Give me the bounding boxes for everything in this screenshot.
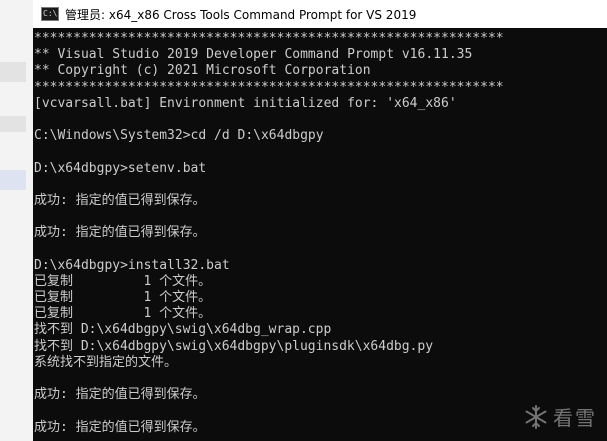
console-line: ** Visual Studio 2019 Developer Command … [34, 47, 473, 63]
console-line: 成功: 指定的值已得到保存。 [34, 225, 206, 241]
console-line: 系统找不到指定的文件。 [34, 354, 178, 370]
watermark-text: 看雪 [553, 406, 597, 430]
console-output[interactable]: ****************************************… [33, 28, 607, 441]
console-line: [vcvarsall.bat] Environment initialized … [34, 95, 457, 111]
watermark: 看雪 [523, 402, 597, 431]
background-window-item[interactable] [0, 170, 26, 190]
console-line: ****************************************… [34, 31, 504, 46]
console-line: 已复制 1 个文件。 [34, 273, 212, 289]
background-window-item[interactable] [0, 116, 26, 132]
console-line: 成功: 指定的值已得到保存。 [34, 419, 206, 435]
console-line: 成功: 指定的值已得到保存。 [34, 192, 206, 208]
background-window-item[interactable] [0, 62, 26, 82]
console-line: 已复制 1 个文件。 [34, 290, 212, 305]
console-line: 找不到 D:\x64dbgpy\swig\x64dbg_wrap.cpp [34, 322, 332, 338]
window-title: 管理员: x64_x86 Cross Tools Command Prompt … [65, 7, 417, 22]
desktop: C:\ 管理员: x64_x86 Cross Tools Command Pro… [0, 0, 607, 441]
console-line: C:\Windows\System32>cd /d D:\x64dbgpy [34, 128, 324, 144]
cmd-prompt-icon[interactable]: C:\ [41, 7, 59, 21]
console-line: 找不到 D:\x64dbgpy\swig\x64dbgpy\pluginsdk\… [34, 338, 434, 354]
console-line: D:\x64dbgpy>install32.bat [34, 257, 230, 273]
console-line: D:\x64dbgpy>setenv.bat [34, 160, 207, 176]
console-line: 已复制 1 个文件。 [34, 306, 212, 322]
console-line: ** Copyright (c) 2021 Microsoft Corporat… [34, 63, 371, 79]
console-line: ****************************************… [34, 79, 504, 95]
command-prompt-window[interactable]: C:\ 管理员: x64_x86 Cross Tools Command Pro… [33, 0, 607, 441]
title-bar[interactable]: C:\ 管理员: x64_x86 Cross Tools Command Pro… [33, 0, 607, 28]
background-window [0, 0, 33, 441]
snowflake-icon [525, 404, 547, 429]
console-line: 成功: 指定的值已得到保存。 [34, 387, 206, 403]
console-lines: ****************************************… [34, 31, 504, 436]
